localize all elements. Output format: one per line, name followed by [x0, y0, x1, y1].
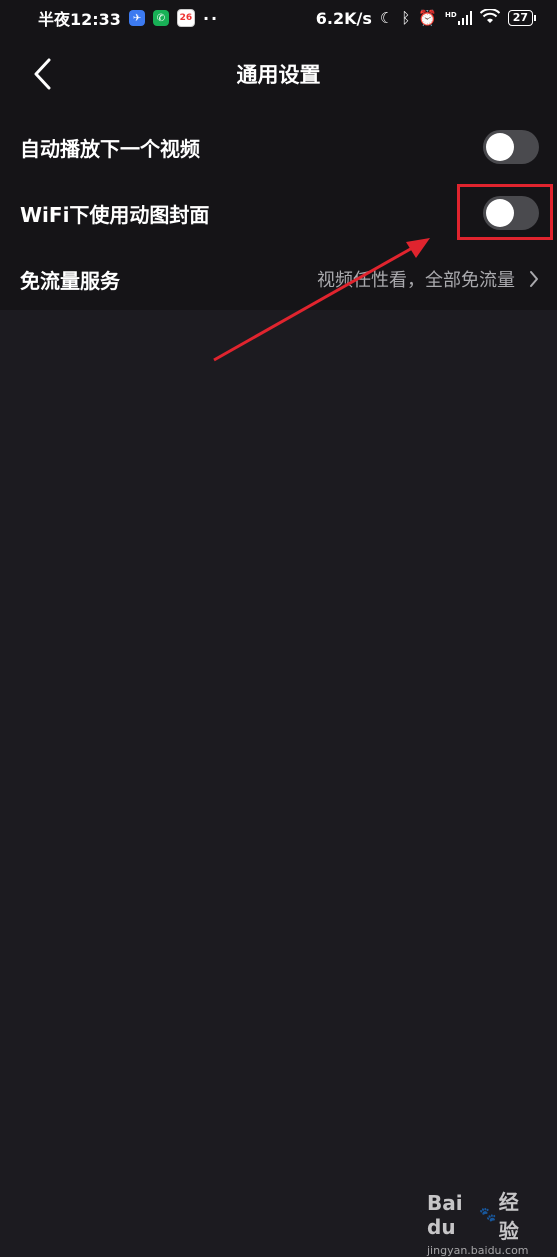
- watermark-suffix: 经验: [498, 1190, 519, 1243]
- page-title: 通用设置: [236, 63, 321, 87]
- network-speed: 6.2K/s: [315, 8, 372, 28]
- watermark-url: jingyan.baidu.com: [427, 1244, 529, 1257]
- bluetooth-icon: ᛒ: [401, 9, 411, 27]
- wifi-animated-cover-toggle[interactable]: [483, 196, 539, 230]
- moon-icon: ☾: [379, 9, 394, 27]
- status-bar: 半夜12:33 ✈ ✆ 26 ·· 6.2K/s ☾ ᛒ ⏰ HD 27: [0, 0, 557, 36]
- calendar-icon: 26: [176, 9, 195, 27]
- setting-row-wifi-animated-cover: WiFi下使用动图封面: [0, 180, 557, 246]
- settings-list: 自动播放下一个视频 WiFi下使用动图封面 免流量服务 视频任性看，全部免流量: [0, 114, 557, 310]
- setting-label: 自动播放下一个视频: [20, 136, 200, 161]
- baidu-watermark: Bai du 🐾 经验 jingyan.baidu.com: [427, 1186, 529, 1257]
- chevron-left-icon: [34, 58, 51, 90]
- signal-icon: HD: [445, 11, 472, 25]
- watermark-brand: Bai du: [427, 1191, 463, 1239]
- toggle-knob: [486, 199, 514, 227]
- setting-row-free-data[interactable]: 免流量服务 视频任性看，全部免流量: [0, 246, 557, 312]
- status-time: 半夜12:33: [38, 10, 121, 29]
- back-button[interactable]: [24, 54, 60, 94]
- setting-label: WiFi下使用动图封面: [20, 202, 210, 227]
- free-data-description: 视频任性看，全部免流量: [317, 270, 515, 291]
- nav-header: 通用设置: [0, 36, 557, 114]
- chevron-right-icon: [530, 271, 538, 287]
- battery-indicator: 27: [507, 10, 537, 26]
- phone-icon: ✆: [152, 10, 169, 26]
- wifi-icon: [479, 7, 500, 28]
- autoplay-toggle[interactable]: [483, 130, 539, 164]
- signal-tag: HD: [445, 11, 457, 19]
- setting-row-autoplay: 自动播放下一个视频: [0, 114, 557, 180]
- app-notification-icon: ✈: [128, 10, 145, 26]
- alarm-icon: ⏰: [418, 9, 438, 27]
- setting-value: 视频任性看，全部免流量: [317, 266, 539, 292]
- setting-label: 免流量服务: [20, 268, 120, 293]
- paw-icon: 🐾: [479, 1207, 497, 1223]
- toggle-knob: [486, 133, 514, 161]
- more-notifications-icon: ··: [202, 8, 220, 28]
